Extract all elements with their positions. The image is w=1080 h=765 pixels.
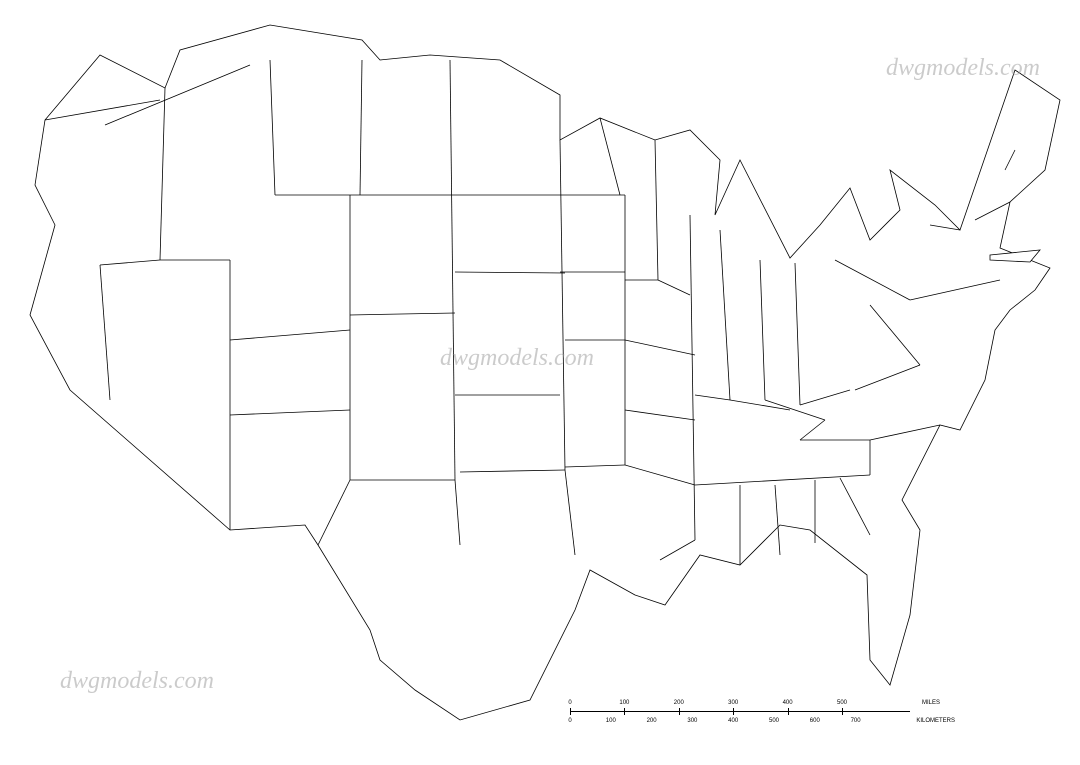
scale-tick-label: 500 bbox=[837, 700, 847, 706]
scale-tick-label: 200 bbox=[674, 700, 684, 706]
scale-tick-label: 700 bbox=[851, 718, 861, 724]
scale-tick-label: 600 bbox=[810, 718, 820, 724]
scale-tick-label: 400 bbox=[783, 700, 793, 706]
scale-tick-label: 200 bbox=[647, 718, 657, 724]
scale-tick-label: 300 bbox=[687, 718, 697, 724]
scale-tick-label: 100 bbox=[619, 700, 629, 706]
scale-tick-label: 500 bbox=[769, 718, 779, 724]
scale-tick-label: 300 bbox=[728, 700, 738, 706]
usa-outline-map bbox=[0, 0, 1080, 760]
map-scale-bar: 0 100 200 300 400 500 MILES 0 100 200 30… bbox=[570, 690, 910, 720]
scale-unit-miles: MILES bbox=[922, 700, 940, 706]
scale-tick-label: 400 bbox=[728, 718, 738, 724]
scale-tick-label: 0 bbox=[568, 718, 571, 724]
usa-map-container bbox=[0, 0, 1080, 760]
scale-unit-km: KILOMETERS bbox=[916, 718, 955, 724]
scale-tick-label: 100 bbox=[606, 718, 616, 724]
scale-tick-label: 0 bbox=[568, 700, 571, 706]
